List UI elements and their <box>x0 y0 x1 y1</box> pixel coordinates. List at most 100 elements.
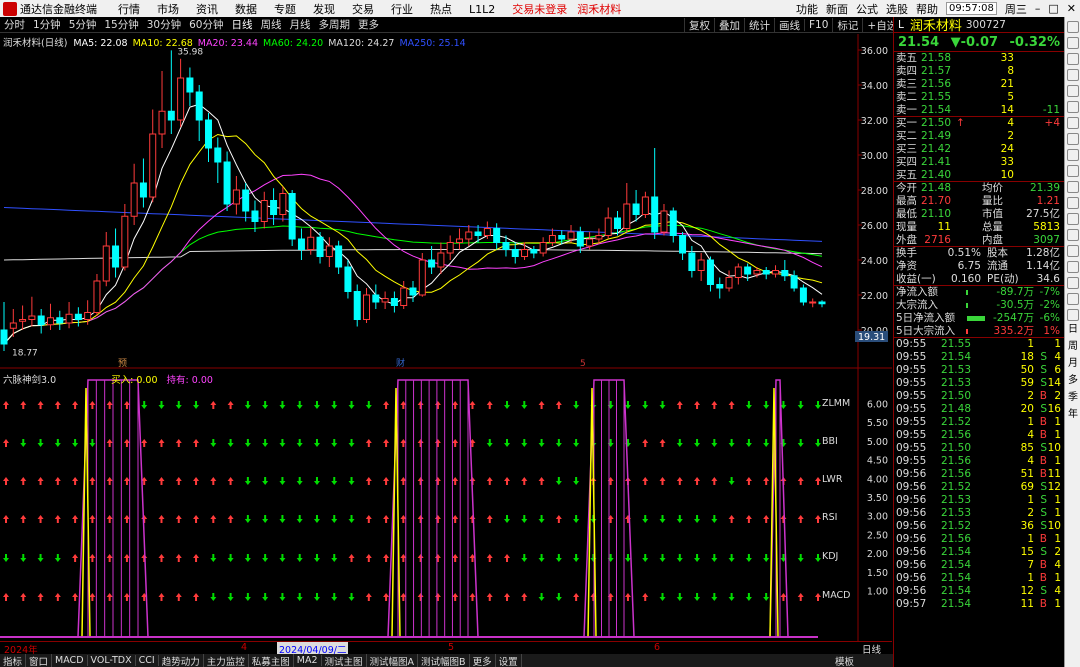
tick-side: B <box>1039 559 1047 571</box>
square-icon[interactable] <box>1067 309 1079 321</box>
bid-row: 买一 21.50 ↑ 4 +4 <box>894 117 1064 130</box>
side-period-3[interactable]: 多 <box>1067 375 1079 390</box>
app-logo-icon <box>3 1 17 16</box>
bars-icon[interactable] <box>1067 229 1079 241</box>
tab-1[interactable]: 1分钟 <box>33 19 61 31</box>
flag-icon[interactable] <box>1067 245 1079 257</box>
tool-2[interactable]: 统计 <box>744 17 774 33</box>
buy-arrow-icon <box>54 593 61 601</box>
bottom-tab-2[interactable]: MACD <box>52 655 88 666</box>
tool-1[interactable]: 叠加 <box>714 17 744 33</box>
candle-body <box>809 301 817 304</box>
flow-pct: 1% <box>1043 325 1060 337</box>
arrow-left-icon[interactable] <box>1067 21 1079 33</box>
list-icon[interactable] <box>1067 197 1079 209</box>
tab-10[interactable]: 更多 <box>358 19 379 31</box>
tick-row: 09:56 21.52 69 S 12 <box>894 481 1064 494</box>
tick-row: 09:55 21.54 18 S 4 <box>894 351 1064 364</box>
menu-item-3[interactable]: 数据 <box>235 1 257 17</box>
title-right-2[interactable]: 公式 <box>856 1 878 17</box>
price-line: 21.54 ▼-0.07 -0.32% <box>894 33 1064 52</box>
bottom-tab-4[interactable]: CCI <box>136 655 159 666</box>
buy-arrow-icon <box>365 477 372 485</box>
bottom-tab-0[interactable]: 指标 <box>0 653 27 667</box>
tab-0[interactable]: 分时 <box>4 19 25 31</box>
info-icon[interactable] <box>1067 165 1079 177</box>
f5-icon[interactable] <box>1067 293 1079 305</box>
menu-item-1[interactable]: 市场 <box>157 1 179 17</box>
menu-item-7[interactable]: 行业 <box>391 1 413 17</box>
arrow-right-icon[interactable] <box>1067 37 1079 49</box>
minimize-icon[interactable]: – <box>1035 2 1041 15</box>
sell-arrow-icon <box>3 554 9 562</box>
side-period-1[interactable]: 周 <box>1067 341 1079 356</box>
bottom-tab-12[interactable]: 更多 <box>470 653 496 667</box>
side-period-0[interactable]: 日 <box>1067 324 1079 339</box>
tab-9[interactable]: 多周期 <box>319 19 351 31</box>
flow-pct: -7% <box>1039 286 1060 298</box>
bottom-tab-6[interactable]: 主力监控 <box>204 653 249 667</box>
side-period-4[interactable]: 季 <box>1067 392 1079 407</box>
tab-7[interactable]: 周线 <box>261 19 282 31</box>
close-icon[interactable]: ✕ <box>1067 2 1076 15</box>
tab-3[interactable]: 15分钟 <box>104 19 138 31</box>
clock-icon[interactable] <box>1067 149 1079 161</box>
side-period-2[interactable]: 月 <box>1067 358 1079 373</box>
candle-body <box>437 252 445 268</box>
maximize-icon[interactable]: □ <box>1048 2 1058 15</box>
menu-item-6[interactable]: 交易 <box>352 1 374 17</box>
arrow-down-icon[interactable] <box>1067 69 1079 81</box>
bottom-tab-10[interactable]: 测试幅图A <box>367 653 419 667</box>
stat-label: 最高 <box>896 195 917 207</box>
tool-4[interactable]: F10 <box>804 19 832 31</box>
ask-volume: 33 <box>1000 52 1014 64</box>
title-right-3[interactable]: 选股 <box>886 1 908 17</box>
chart-icon[interactable] <box>1067 101 1079 113</box>
bottom-tab-13[interactable]: 设置 <box>496 653 522 667</box>
tool-3[interactable]: 画线 <box>774 17 804 33</box>
fx-icon[interactable] <box>1067 181 1079 193</box>
tab-5[interactable]: 60分钟 <box>189 19 223 31</box>
menu-item-5[interactable]: 发现 <box>313 1 335 17</box>
grid-icon[interactable] <box>1067 85 1079 97</box>
title-right-1[interactable]: 新面 <box>826 1 848 17</box>
tick-row: 09:56 21.56 51 B 11 <box>894 468 1064 481</box>
tool-5[interactable]: 标记 <box>832 17 862 33</box>
bottom-tab-7[interactable]: 私募主图 <box>249 653 294 667</box>
menu-item-0[interactable]: 行情 <box>118 1 140 17</box>
bottom-tab-8[interactable]: MA2 <box>294 655 322 666</box>
bottom-tab-11[interactable]: 测试幅图B <box>418 653 470 667</box>
tab-6[interactable]: 日线 <box>232 19 253 31</box>
stat2-value: 6.75 <box>957 260 981 272</box>
sell-arrow-icon <box>659 515 666 523</box>
bottom-tab-9[interactable]: 测试主图 <box>322 653 367 667</box>
bottom-tab-1[interactable]: 窗口 <box>26 653 53 667</box>
menu-item-9[interactable]: L1L2 <box>469 3 495 16</box>
menu-item-2[interactable]: 资讯 <box>196 1 218 17</box>
kline-chart[interactable]: 36.00 34.00 32.00 30.00 28.00 26.00 24.00 22.00… <box>0 34 892 642</box>
menu-item-8[interactable]: 热点 <box>430 1 452 17</box>
arrow-up-icon[interactable] <box>1067 53 1079 65</box>
tool-0[interactable]: 复权 <box>684 17 714 33</box>
pencil-icon[interactable] <box>1067 277 1079 289</box>
tab-8[interactable]: 月线 <box>290 19 311 31</box>
tick-row: 09:55 21.50 2 B 2 <box>894 390 1064 403</box>
title-right-0[interactable]: 功能 <box>796 1 818 17</box>
flow-value: -89.7万 <box>996 286 1034 298</box>
f10-icon[interactable] <box>1067 213 1079 225</box>
buy-arrow-icon <box>72 401 79 409</box>
login-status[interactable]: 交易未登录 <box>512 1 567 17</box>
template-button[interactable]: 模板 <box>832 654 857 667</box>
side-period-5[interactable]: 年 <box>1067 409 1079 424</box>
buy-arrow-icon <box>417 515 424 523</box>
news-icon[interactable] <box>1067 133 1079 145</box>
tick-row: 09:56 21.54 15 S 2 <box>894 546 1064 559</box>
book-icon[interactable] <box>1067 117 1079 129</box>
tab-2[interactable]: 5分钟 <box>69 19 97 31</box>
move-icon[interactable] <box>1067 261 1079 273</box>
tab-4[interactable]: 30分钟 <box>147 19 181 31</box>
menu-item-4[interactable]: 专题 <box>274 1 296 17</box>
buy-arrow-icon <box>469 401 476 409</box>
bottom-tab-5[interactable]: 趋势动力 <box>159 653 204 667</box>
bottom-tab-3[interactable]: VOL-TDX <box>88 655 136 666</box>
